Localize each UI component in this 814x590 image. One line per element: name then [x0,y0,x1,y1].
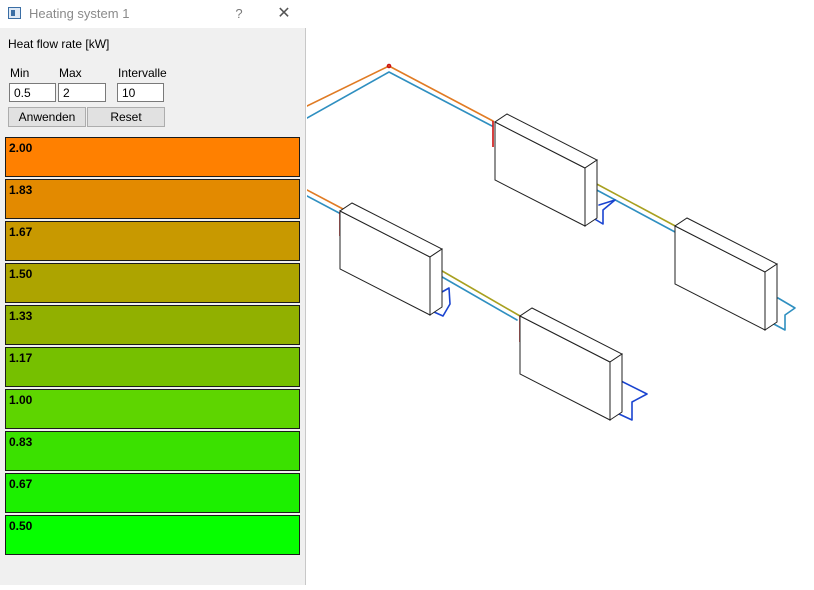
legend-swatch: 0.67 [5,473,300,513]
legend-value: 1.67 [9,225,33,239]
radiator[interactable] [494,113,598,227]
legend-value: 1.50 [9,267,33,281]
app-window-icon [8,7,21,19]
close-button[interactable]: ✕ [273,4,295,24]
reset-button[interactable]: Reset [87,107,165,127]
min-label: Min [10,66,30,80]
legend-value: 1.00 [9,393,33,407]
max-label: Max [59,66,82,80]
legend-swatch: 0.50 [5,515,300,555]
title-bar: Heating system 1 ? ✕ [0,0,306,28]
return-pipe [618,379,648,421]
radiator[interactable] [674,217,778,331]
window-title: Heating system 1 [29,6,130,21]
legend-swatch: 1.50 [5,263,300,303]
heating-system-drawing [306,63,796,421]
max-input[interactable]: 2 [58,83,106,102]
legend-swatch: 1.67 [5,221,300,261]
legend-swatch: 2.00 [5,137,300,177]
section-title: Heat flow rate [kW] [8,37,110,51]
radiator-face [429,248,443,316]
return-pipe [306,71,493,127]
legend-value: 0.50 [9,519,33,533]
intervals-label: Intervalle [118,66,167,80]
legend-value: 1.17 [9,351,33,365]
3d-viewport[interactable] [306,0,814,585]
intervals-input[interactable]: 10 [117,83,164,102]
return-pipe [592,187,676,233]
legend-swatch: 1.33 [5,305,300,345]
radiator-face [584,159,598,227]
legend-swatch: 1.00 [5,389,300,429]
legend-value: 0.67 [9,477,33,491]
legend-value: 1.33 [9,309,33,323]
legend-panel: Heating system 1 ? ✕ Heat flow rate [kW]… [0,0,306,585]
legend-swatch: 1.83 [5,179,300,219]
legend-swatch: 1.17 [5,347,300,387]
radiator-face [609,353,623,421]
radiator[interactable] [519,307,623,421]
legend-value: 2.00 [9,141,33,155]
legend-value: 1.83 [9,183,33,197]
apply-button[interactable]: Anwenden [8,107,86,127]
supply-pipe [592,181,680,229]
radiator[interactable] [339,202,443,316]
legend-swatch: 0.83 [5,431,300,471]
min-input[interactable]: 0.5 [9,83,56,102]
legend-value: 0.83 [9,435,33,449]
radiator-face [764,263,778,331]
help-button[interactable]: ? [229,5,249,23]
